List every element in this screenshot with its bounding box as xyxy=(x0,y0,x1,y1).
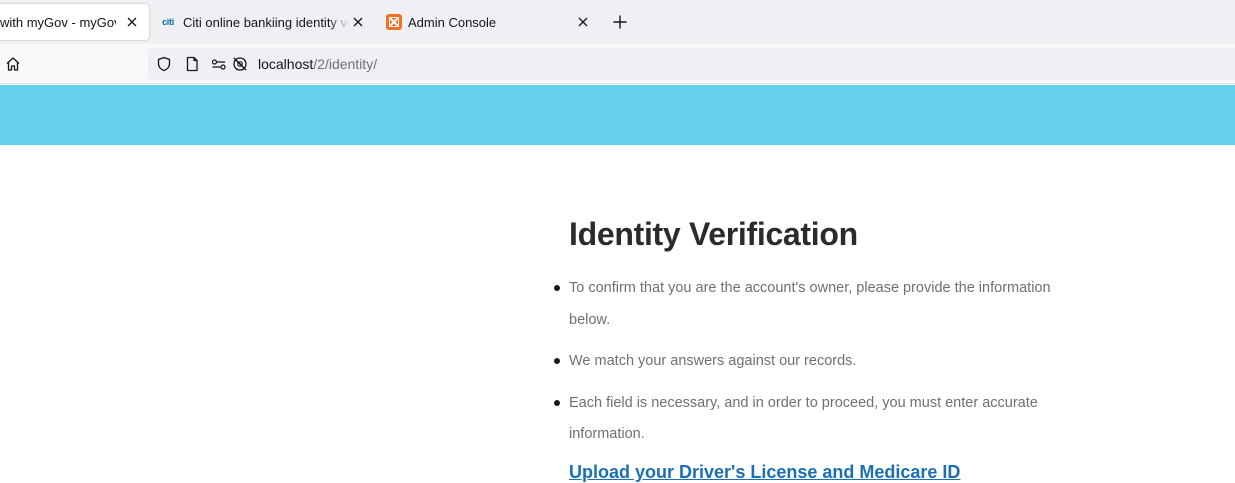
close-tab-icon[interactable] xyxy=(123,13,141,31)
tab-title: Citi online bankiing identity veri xyxy=(183,14,349,30)
list-item: We match your answers against our record… xyxy=(554,346,1069,378)
permissions-icon[interactable] xyxy=(211,56,227,72)
tab-admin-console[interactable]: Admin Console xyxy=(386,4,596,40)
header-banner xyxy=(0,85,1235,145)
identity-verification-section: Identity Verification To confirm that yo… xyxy=(554,210,1089,482)
home-icon[interactable] xyxy=(4,55,22,73)
tab-title: with myGov - myGov xyxy=(0,14,116,30)
close-tab-icon[interactable] xyxy=(349,13,367,31)
camera-blocked-icon[interactable] xyxy=(232,56,248,72)
xampp-icon xyxy=(386,14,402,30)
tab-strip: with myGov - myGov citi Citi online bank… xyxy=(0,0,1235,44)
page-title: Identity Verification xyxy=(569,216,858,252)
tab-title: Admin Console xyxy=(408,14,497,30)
navigation-bar: localhost/2/identity/ xyxy=(0,44,1235,84)
citi-logo-icon: citi xyxy=(162,17,174,27)
close-tab-icon[interactable] xyxy=(574,13,592,31)
address-bar[interactable]: localhost/2/identity/ xyxy=(148,48,1235,80)
new-tab-icon[interactable] xyxy=(611,13,629,31)
instructions-list: To confirm that you are the account's ow… xyxy=(554,273,1069,461)
url-host: localhost xyxy=(258,56,314,72)
tracking-protection-shield-icon[interactable] xyxy=(156,56,172,72)
upload-documents-link[interactable]: Upload your Driver's License and Medicar… xyxy=(569,462,960,483)
list-item: To confirm that you are the account's ow… xyxy=(554,273,1069,336)
list-item: Each field is necessary, and in order to… xyxy=(554,388,1069,451)
tab-mygov[interactable]: with myGov - myGov xyxy=(0,4,149,40)
tab-citi[interactable]: citi Citi online bankiing identity veri xyxy=(160,4,370,40)
page-info-icon[interactable] xyxy=(184,56,200,72)
url-path: /2/identity/ xyxy=(313,56,378,72)
url-text[interactable]: localhost/2/identity/ xyxy=(258,56,377,72)
